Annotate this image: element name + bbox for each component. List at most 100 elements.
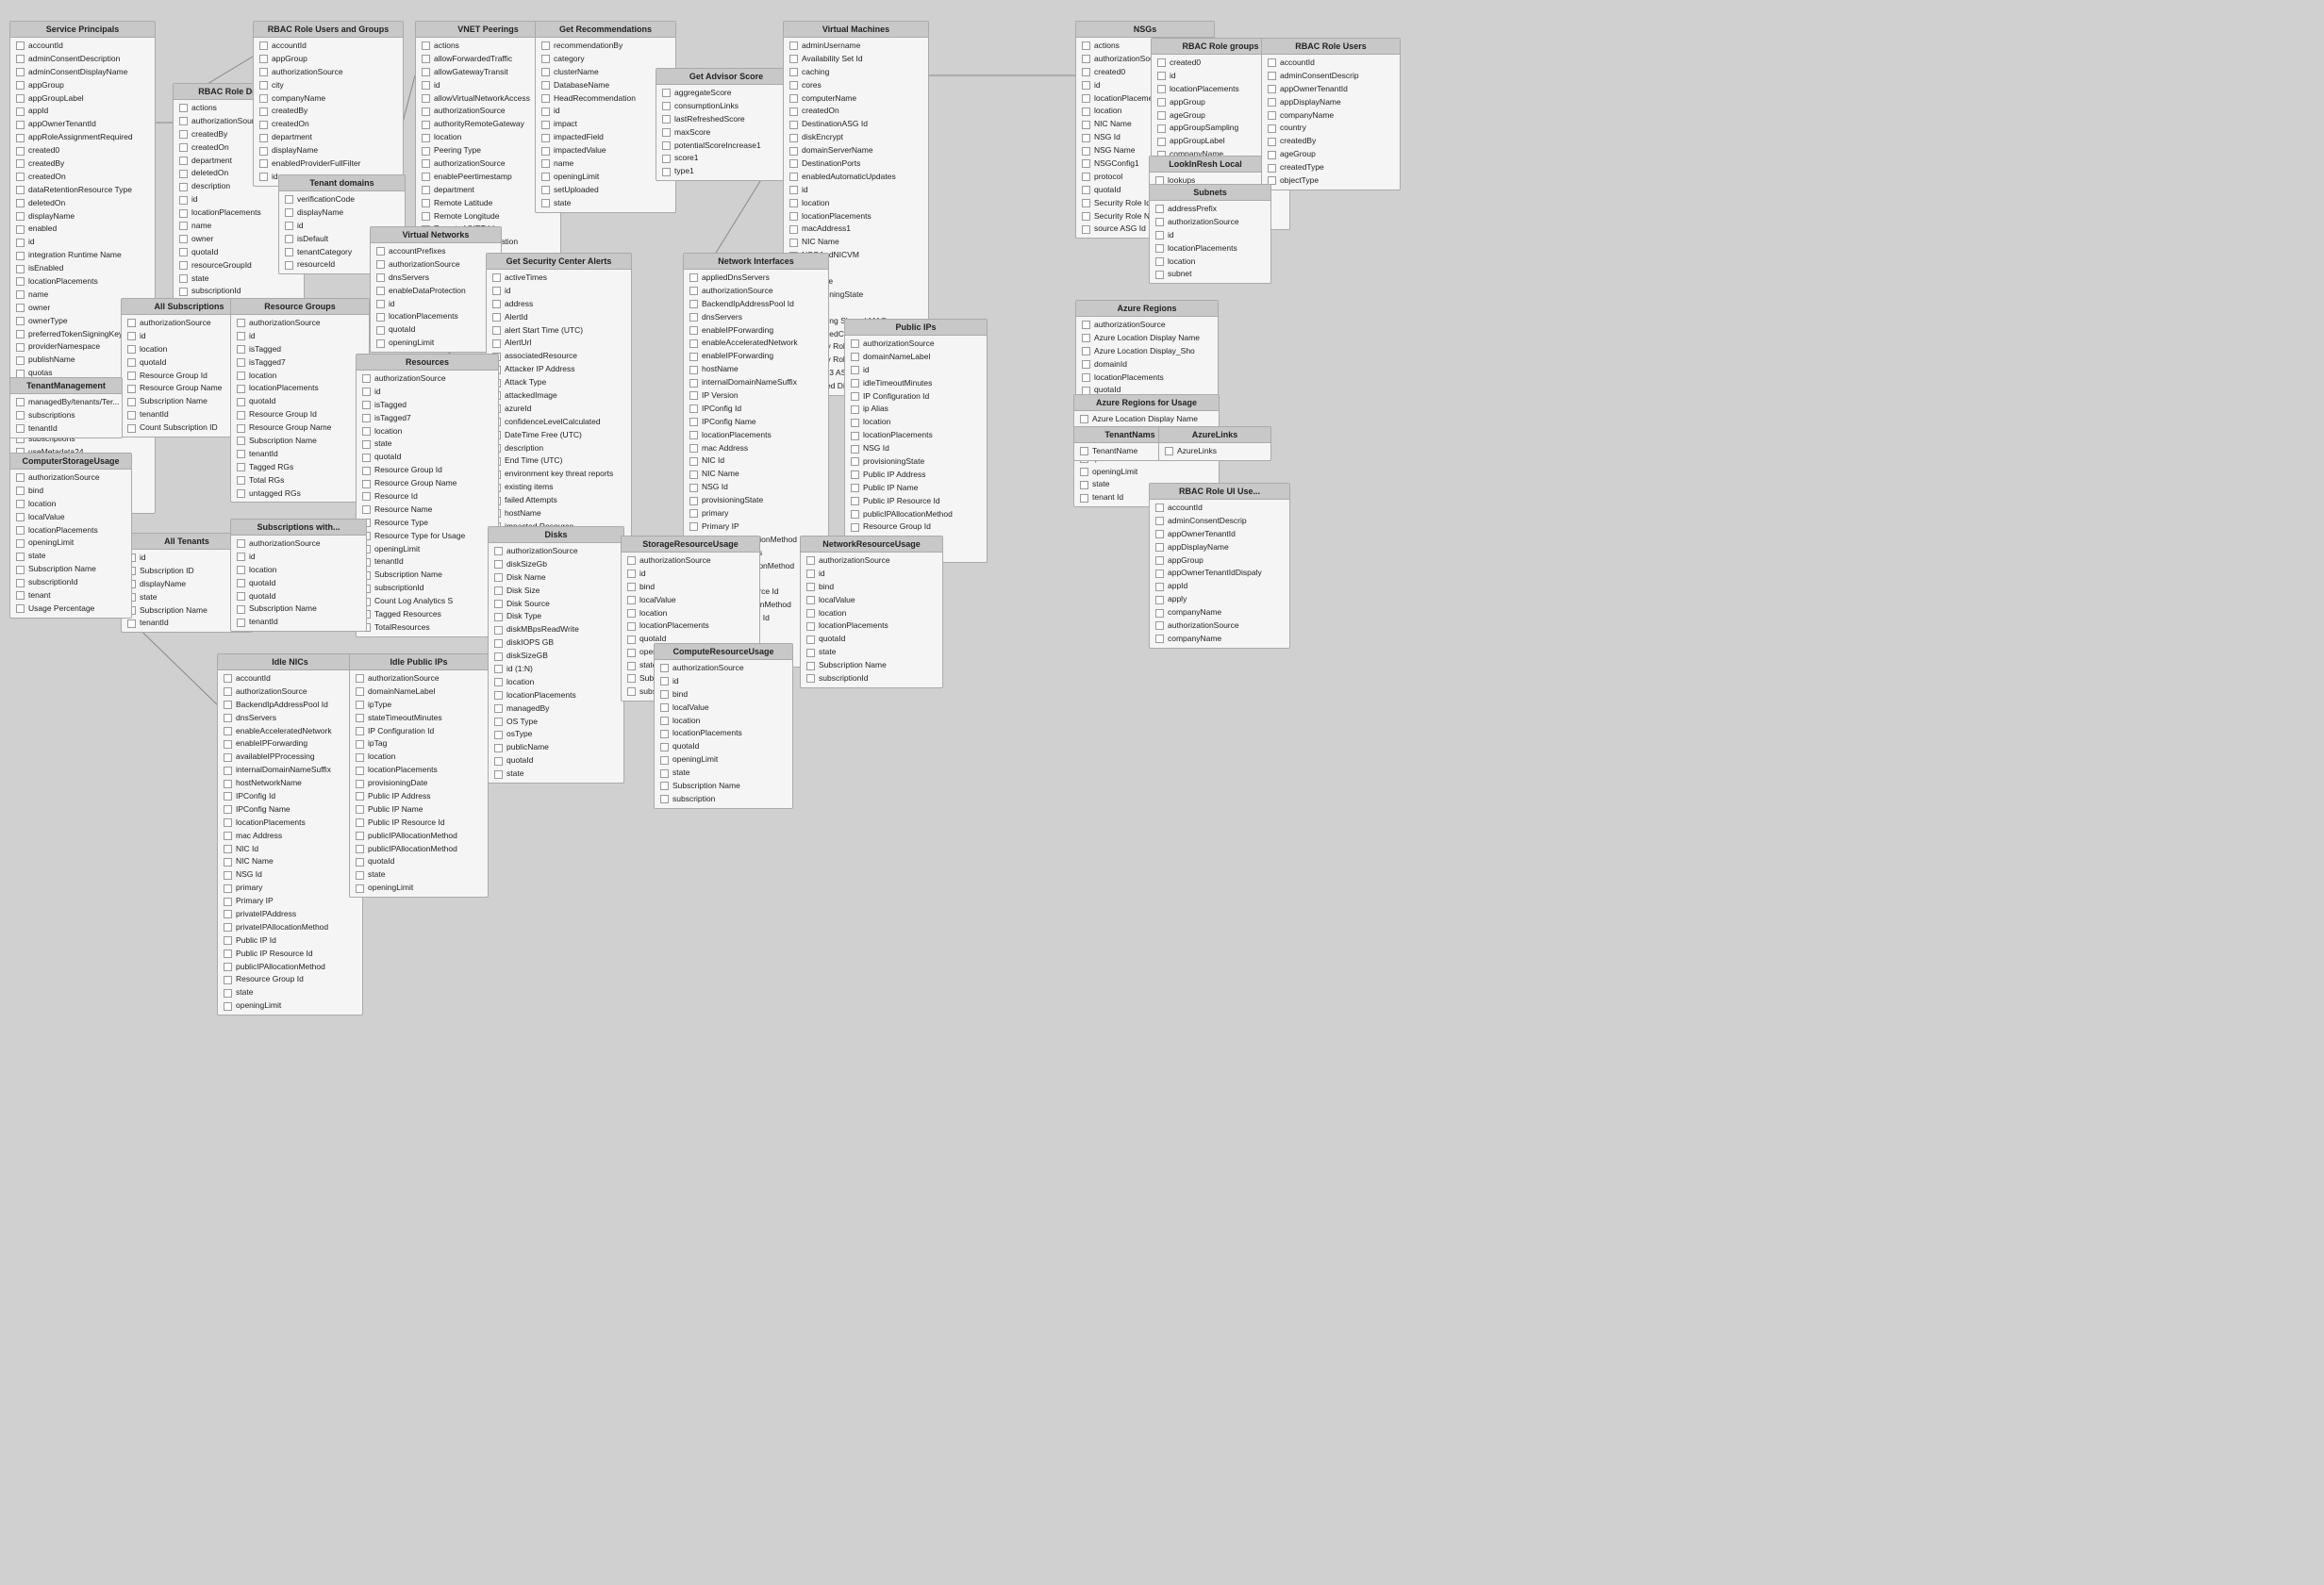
table-row: BackendIpAddressPool Id — [684, 298, 828, 311]
table-row: Public IP Resource Id — [845, 495, 987, 508]
entity-body-tenant-management: managedBy/tenants/Ter...subscriptionsten… — [10, 394, 122, 438]
field-label: internalDomainNameSuffix — [236, 765, 331, 776]
entity-azurelinks[interactable]: AzureLinksAzureLinks — [1158, 426, 1271, 461]
field-checkbox — [1155, 257, 1164, 266]
field-label: createdType — [1280, 162, 1324, 173]
entity-rbac-role-users[interactable]: RBAC Role UsersaccountIdadminConsentDesc… — [1261, 38, 1401, 190]
table-row: alert Start Time (UTC) — [487, 324, 631, 338]
field-checkbox — [662, 102, 671, 110]
field-checkbox — [356, 687, 364, 696]
table-row: authorizationSource — [622, 554, 759, 568]
field-label: name — [554, 158, 573, 170]
field-label: appGroup — [1168, 555, 1204, 567]
table-row: Public IP Address — [350, 790, 488, 803]
entity-tenant-management[interactable]: TenantManagementmanagedBy/tenants/Ter...… — [9, 377, 123, 438]
field-label: subscription — [672, 794, 715, 805]
table-row: description — [487, 442, 631, 455]
field-checkbox — [259, 147, 268, 156]
field-label: id — [249, 331, 256, 342]
table-row: dnsServers — [218, 712, 362, 725]
entity-network-resource-usage[interactable]: NetworkResourceUsageauthorizationSourcei… — [800, 536, 943, 688]
entity-virtual-networks[interactable]: Virtual NetworksaccountPrefixesauthoriza… — [370, 226, 502, 353]
entity-rbac-role-ui-use[interactable]: RBAC Role UI Use...accountIdadminConsent… — [1149, 483, 1290, 649]
field-checkbox — [179, 235, 188, 243]
entity-idle-nics[interactable]: Idle NICsaccountIdauthorizationSourceBac… — [217, 653, 363, 1015]
table-row: Public IP Name — [845, 482, 987, 495]
field-checkbox — [851, 339, 859, 348]
field-checkbox — [541, 186, 550, 194]
field-checkbox — [1155, 218, 1164, 226]
field-label: location — [1094, 106, 1121, 117]
table-row: AlertId — [487, 311, 631, 324]
entity-rbac-role-users-groups[interactable]: RBAC Role Users and GroupsaccountIdappGr… — [253, 21, 404, 187]
field-checkbox — [422, 41, 430, 50]
field-label: activeTimes — [505, 272, 547, 284]
entity-get-advisor-score[interactable]: Get Advisor ScoreaggregateScoreconsumpti… — [656, 68, 797, 181]
entity-resources[interactable]: ResourcesauthorizationSourceidisTaggedis… — [356, 354, 499, 637]
table-row: locationPlacements — [489, 689, 623, 702]
field-label: AzureLinks — [1177, 446, 1217, 457]
field-label: attackedImage — [505, 390, 557, 402]
field-label: enabled — [28, 223, 57, 235]
field-label: Subscription Name — [819, 660, 887, 671]
field-label: clusterName — [554, 67, 599, 78]
table-row: location — [231, 370, 369, 383]
table-row: quotaId — [655, 740, 792, 753]
field-label: diskMBpsReadWrite — [506, 624, 579, 636]
entity-resource-groups[interactable]: Resource GroupsauthorizationSourceidisTa… — [230, 298, 370, 503]
field-label: Resource Name — [374, 504, 432, 516]
table-row: isTagged — [231, 343, 369, 356]
field-checkbox — [127, 619, 136, 628]
entity-idle-public-ips[interactable]: Idle Public IPsauthorizationSourcedomain… — [349, 653, 489, 898]
field-checkbox — [285, 261, 293, 270]
table-row: diskSizeGB — [489, 650, 623, 663]
field-label: location — [639, 608, 667, 619]
field-checkbox — [16, 424, 25, 433]
table-row: appId — [10, 105, 155, 118]
field-checkbox — [1155, 596, 1164, 604]
table-row: openingLimit — [536, 171, 675, 184]
field-checkbox — [16, 68, 25, 76]
table-row: state — [801, 646, 942, 659]
entity-computer-storage-usage[interactable]: ComputerStorageUsageauthorizationSourceb… — [9, 453, 132, 619]
field-label: locationPlacements — [368, 765, 438, 776]
field-checkbox — [492, 313, 501, 322]
entity-subnets[interactable]: SubnetsaddressPrefixauthorizationSourcei… — [1149, 184, 1271, 284]
table-row: displayName — [254, 144, 403, 157]
entity-subscriptions-with[interactable]: Subscriptions with...authorizationSource… — [230, 519, 367, 632]
field-checkbox — [16, 212, 25, 221]
field-checkbox — [1080, 447, 1088, 455]
field-checkbox — [789, 121, 798, 129]
field-label: state — [28, 551, 45, 562]
entity-service-principals[interactable]: Service PrincipalsaccountIdadminConsentD… — [9, 21, 156, 514]
entity-compute-resource-usage[interactable]: ComputeResourceUsageauthorizationSourcei… — [654, 643, 793, 809]
entity-public-ips[interactable]: Public IPsauthorizationSourcedomainNameL… — [844, 319, 988, 563]
field-label: state — [554, 198, 571, 209]
field-label: allowForwardedTraffic — [434, 54, 512, 65]
field-checkbox — [237, 332, 245, 340]
table-row: verificationCode — [279, 193, 405, 206]
field-label: createdOn — [28, 172, 66, 183]
field-checkbox — [494, 613, 503, 621]
field-label: dnsServers — [702, 312, 742, 323]
table-row: bind — [655, 688, 792, 702]
field-label: displayName — [28, 211, 75, 223]
field-label: Resource Group Name — [374, 478, 456, 489]
field-label: state — [819, 647, 836, 658]
field-checkbox — [689, 509, 698, 518]
field-label: cores — [802, 80, 822, 91]
field-checkbox — [689, 273, 698, 282]
field-label: Public IP Resource Id — [863, 496, 940, 507]
field-label: Attack Type — [505, 377, 546, 388]
field-label: Subscription Name — [140, 605, 208, 617]
field-checkbox — [541, 55, 550, 63]
entity-disks[interactable]: DisksauthorizationSourcediskSizeGbDisk N… — [488, 526, 624, 784]
field-checkbox — [179, 222, 188, 230]
field-label: Security Role Id — [1094, 198, 1151, 209]
field-checkbox — [627, 636, 636, 644]
table-row: Subscription Name — [10, 563, 131, 576]
field-checkbox — [179, 117, 188, 125]
field-checkbox — [789, 225, 798, 234]
field-checkbox — [224, 740, 232, 749]
table-row: activeTimes — [487, 272, 631, 285]
